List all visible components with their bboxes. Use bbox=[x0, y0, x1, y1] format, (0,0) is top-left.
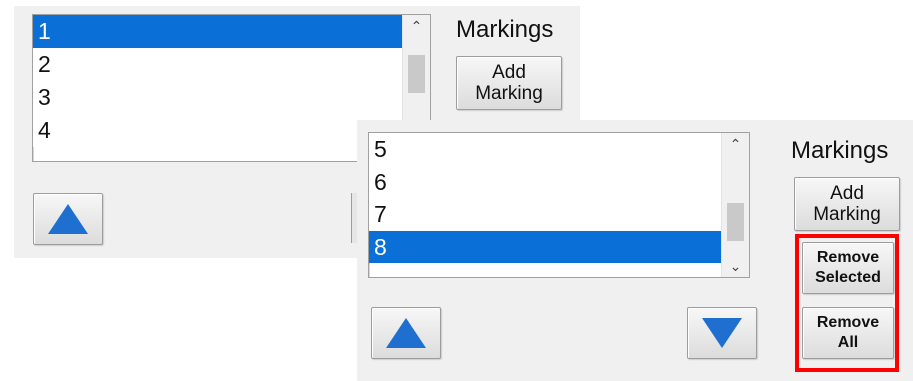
markings-heading: Markings bbox=[791, 137, 889, 164]
move-up-button[interactable] bbox=[371, 307, 441, 359]
remove-all-label: Remove All bbox=[816, 314, 880, 351]
triangle-down-icon bbox=[702, 318, 742, 348]
move-up-button[interactable] bbox=[33, 193, 103, 245]
list-item[interactable]: 3 bbox=[33, 81, 403, 114]
list-item[interactable]: 6 bbox=[369, 165, 722, 198]
list-item[interactable]: 4 bbox=[33, 114, 403, 147]
chevron-up-icon[interactable]: ⌃ bbox=[722, 133, 749, 155]
move-down-button[interactable] bbox=[687, 307, 757, 359]
triangle-up-icon bbox=[48, 204, 88, 234]
markings-listbox[interactable]: 5 6 7 8 ⌃ ⌄ bbox=[368, 132, 750, 278]
chevron-down-icon[interactable]: ⌄ bbox=[722, 255, 749, 277]
triangle-up-icon bbox=[386, 318, 426, 348]
add-marking-button[interactable]: Add Marking bbox=[456, 56, 562, 110]
remove-all-button[interactable]: Remove All bbox=[802, 307, 894, 359]
list-item[interactable]: 8 bbox=[369, 230, 722, 263]
list-item[interactable]: 7 bbox=[369, 198, 722, 231]
listbox-scrollbar[interactable]: ⌃ ⌄ bbox=[721, 133, 749, 277]
add-marking-label: Add Marking bbox=[475, 62, 543, 104]
list-item[interactable]: 1 bbox=[33, 15, 403, 48]
add-marking-button[interactable]: Add Marking bbox=[794, 177, 900, 231]
chevron-up-icon[interactable]: ⌃ bbox=[403, 15, 430, 37]
scroll-thumb[interactable] bbox=[727, 203, 744, 241]
markings-list: 5 6 7 8 bbox=[369, 133, 722, 277]
add-marking-label: Add Marking bbox=[813, 183, 881, 225]
markings-list: 1 2 3 4 bbox=[33, 15, 403, 161]
remove-selected-button[interactable]: Remove Selected bbox=[802, 242, 894, 294]
list-item[interactable]: 5 bbox=[369, 133, 722, 166]
markings-panel-after: 5 6 7 8 ⌃ ⌄ Markings Add Marking Remove … bbox=[357, 120, 913, 381]
remove-selected-label: Remove Selected bbox=[815, 249, 881, 286]
scroll-thumb[interactable] bbox=[408, 55, 425, 93]
markings-heading: Markings bbox=[456, 16, 554, 43]
list-item[interactable]: 2 bbox=[33, 48, 403, 81]
